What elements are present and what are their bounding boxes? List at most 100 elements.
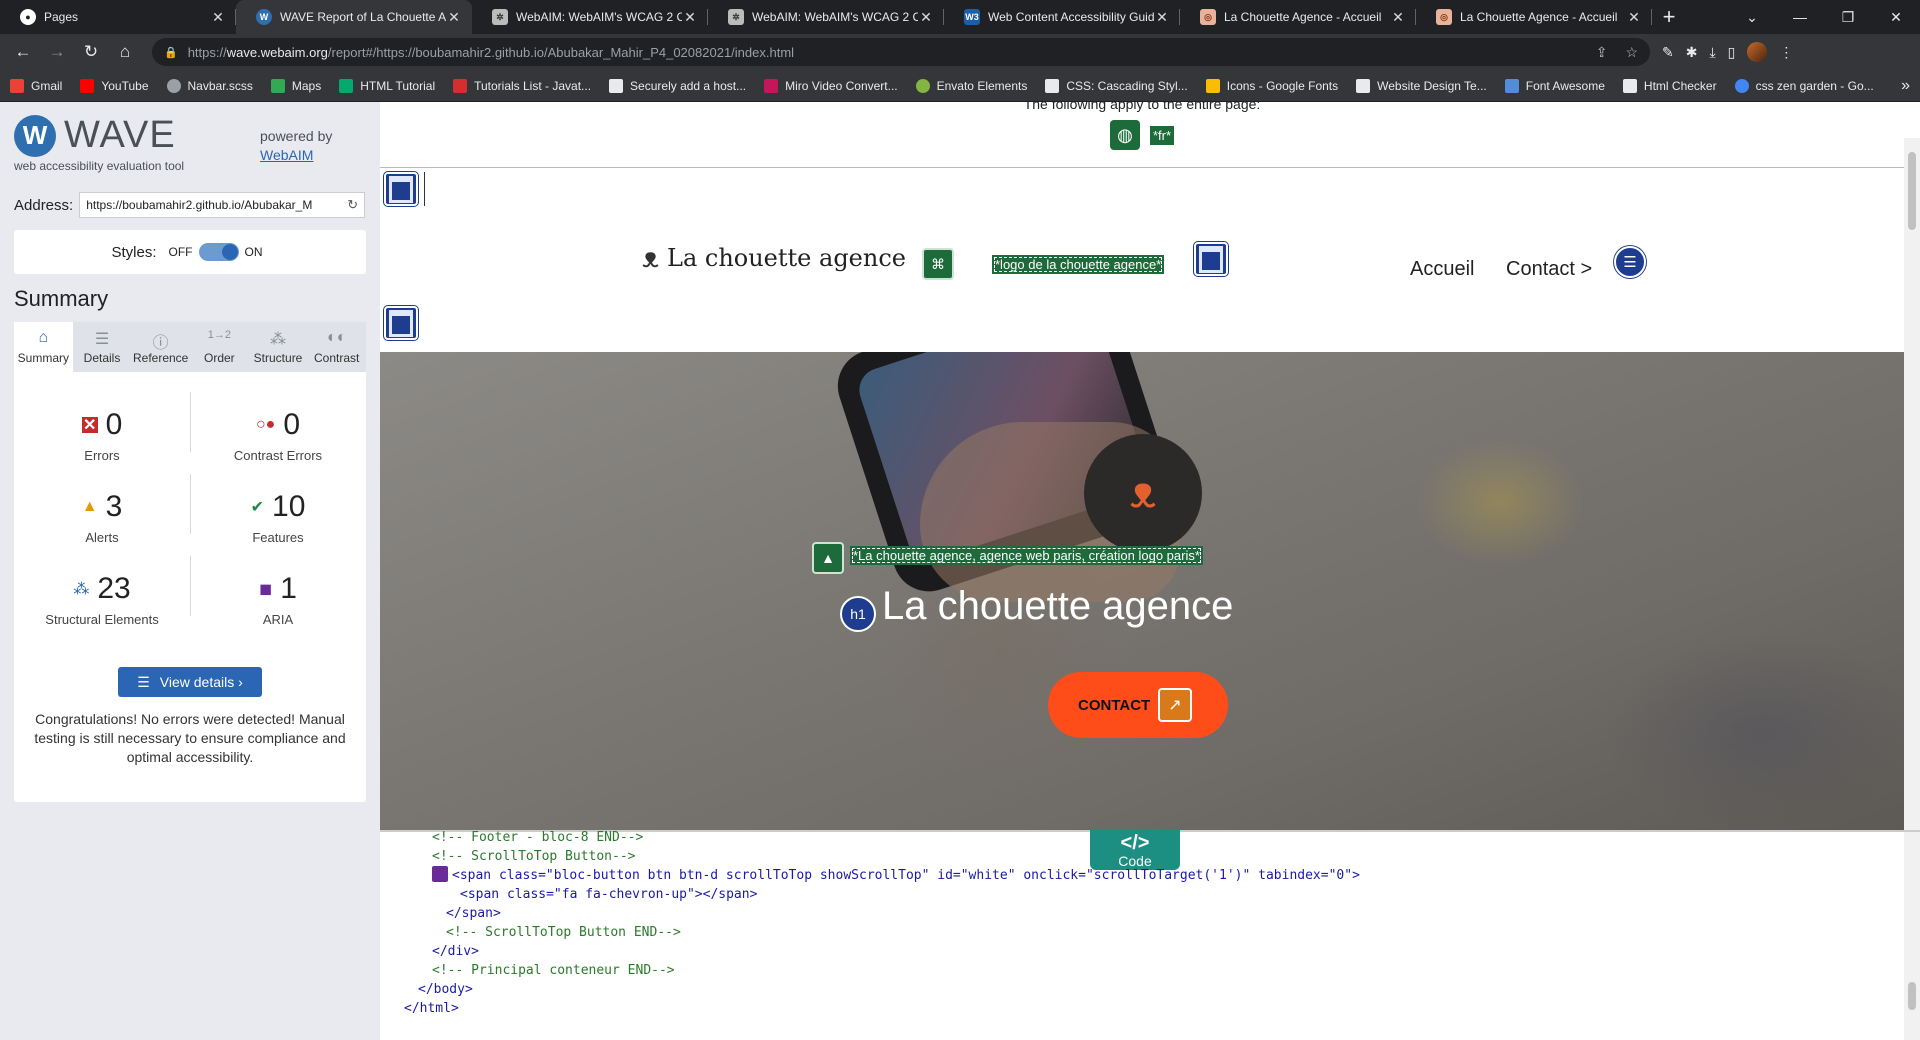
browser-tab[interactable]: ✲ WebAIM: WebAIM's WCAG 2 Ch ✕ [472, 0, 708, 34]
close-icon[interactable]: ✕ [1154, 9, 1170, 26]
close-icon[interactable]: ✕ [446, 9, 462, 26]
forward-button[interactable]: → [42, 37, 72, 67]
bookmark-label: Font Awesome [1525, 78, 1605, 93]
tab-search-icon[interactable]: ⌄ [1728, 0, 1776, 34]
refresh-icon[interactable]: ↻ [347, 197, 358, 213]
bookmark-star-icon[interactable]: ☆ [1625, 44, 1638, 61]
powered-by: powered by WebAIM [260, 127, 332, 165]
h1-badge[interactable]: h1 [840, 596, 876, 632]
profile-avatar[interactable] [1747, 42, 1768, 62]
bookmark-item[interactable]: Miro Video Convert... [764, 78, 898, 93]
linked-image-icon[interactable]: ⌘ [922, 248, 954, 280]
webaim-link[interactable]: WebAIM [260, 147, 313, 163]
page-scrollbar[interactable] [1904, 138, 1920, 830]
code-scrollbar[interactable] [1904, 832, 1920, 1040]
lock-icon[interactable]: 🔒 [164, 46, 178, 59]
menu-icon[interactable]: ⋮ [1779, 44, 1793, 61]
bookmark-item[interactable]: YouTube [80, 78, 149, 93]
nav-region-icon[interactable] [1194, 242, 1228, 276]
code-line: <!-- ScrollToTop Button--> [432, 849, 636, 864]
wave-logo-text: WAVE [64, 114, 176, 156]
main-region-icon[interactable] [384, 306, 418, 340]
summary-heading: Summary [14, 286, 109, 311]
more-bookmarks-icon[interactable]: » [1901, 77, 1910, 95]
minimize-button[interactable]: — [1776, 0, 1824, 34]
bookmark-item[interactable]: Securely add a host... [609, 78, 746, 93]
close-icon[interactable]: ✕ [1626, 9, 1642, 26]
bookmark-item[interactable]: Envato Elements [915, 78, 1027, 93]
code-toggle-button[interactable]: </> Code [1090, 830, 1180, 870]
google-fonts-icon [1205, 78, 1220, 93]
bookmark-item[interactable]: Tutorials List - Javat... [453, 78, 591, 93]
unordered-list-icon[interactable]: ☰ [1614, 246, 1646, 278]
bookmark-label: YouTube [101, 78, 149, 93]
tab-summary[interactable]: ⌂ Summary [14, 322, 73, 372]
bookmark-item[interactable]: Maps [270, 78, 322, 93]
browser-tab[interactable]: ◎ La Chouette Agence - Accueil ✕ [1180, 0, 1416, 34]
back-button[interactable]: ← [8, 37, 38, 67]
contact-button[interactable]: CONTACT [1048, 672, 1228, 738]
contrast-error-icon: ○● [255, 416, 276, 433]
address-label: Address: [14, 196, 74, 214]
styles-toggle-box: Styles: OFF ON [14, 230, 366, 274]
stat-contrast-errors[interactable]: ○● 0 Contrast Errors [190, 408, 366, 463]
close-icon[interactable]: ✕ [918, 9, 934, 26]
reload-button[interactable]: ↻ [76, 37, 106, 67]
tab-order[interactable]: 1→2 Order [190, 322, 249, 372]
tab-details[interactable]: ☰ Details [73, 322, 132, 372]
share-icon[interactable]: ⇪ [1596, 44, 1608, 61]
bookmark-item[interactable]: HTML Tutorial [339, 78, 435, 93]
language-globe-icon[interactable]: ◍ [1109, 120, 1140, 150]
puzzle-icon[interactable]: ✱ [1686, 44, 1698, 61]
stat-features[interactable]: ✔ 10 Features [190, 490, 366, 545]
site-logo[interactable]: ᴥ La chouette agence [642, 242, 906, 274]
browser-tab[interactable]: ◎ La Chouette Agence - Accueil ✕ [1416, 0, 1652, 34]
browser-tab[interactable]: W3 Web Content Accessibility Guid ✕ [944, 0, 1180, 34]
wave-logo[interactable]: W WAVE [14, 114, 176, 157]
extension-icon[interactable]: ✎ [1662, 44, 1674, 61]
tab-contrast[interactable]: ◐◐ Contrast [307, 322, 366, 372]
browser-tab[interactable]: ● Pages ✕ [0, 0, 236, 34]
bookmark-item[interactable]: Gmail [10, 78, 62, 93]
stat-alerts[interactable]: ▲ 3 Alerts [14, 490, 190, 545]
aria-icon[interactable] [432, 866, 448, 882]
browser-tab[interactable]: ✲ WebAIM: WebAIM's WCAG 2 Ch ✕ [708, 0, 944, 34]
download-icon[interactable]: ⤓ [1709, 44, 1715, 61]
bookmark-item[interactable]: Navbar.scss [166, 78, 253, 93]
bookmark-label: Maps [291, 78, 322, 93]
stat-structural[interactable]: ⁂ 23 Structural Elements [14, 572, 190, 627]
image-icon[interactable]: ▲ [812, 542, 844, 574]
redundant-link-alert-icon[interactable]: ↗ [1158, 688, 1192, 722]
home-button[interactable]: ⌂ [110, 37, 140, 67]
bookmark-item[interactable]: Icons - Google Fonts [1205, 78, 1338, 93]
language-tag: *fr* [1149, 125, 1175, 145]
bookmark-item[interactable]: CSS: Cascading Styl... [1045, 78, 1188, 93]
view-details-button[interactable]: ☰ View details › [118, 667, 262, 697]
envato-icon [915, 78, 930, 93]
header-region-icon[interactable] [384, 172, 418, 206]
nav-link-accueil[interactable]: Accueil [1410, 258, 1474, 281]
stat-errors[interactable]: ✕ 0 Errors [14, 408, 190, 463]
tab-reference[interactable]: ⓘ Reference [131, 322, 190, 372]
nav-link-contact[interactable]: Contact > [1506, 258, 1592, 281]
w3schools-icon [339, 78, 354, 93]
bookmark-item[interactable]: Font Awesome [1504, 78, 1605, 93]
bookmark-label: Miro Video Convert... [785, 78, 898, 93]
restore-button[interactable]: ❐ [1824, 0, 1872, 34]
close-icon[interactable]: ✕ [682, 9, 698, 26]
bookmark-label: Html Checker [1643, 78, 1717, 93]
bookmark-item[interactable]: css zen garden - Go... [1734, 78, 1874, 93]
bookmark-item[interactable]: Website Design Te... [1356, 78, 1487, 93]
tab-structure[interactable]: ⁂ Structure [249, 322, 308, 372]
close-window-button[interactable]: ✕ [1872, 0, 1920, 34]
address-input[interactable]: https://boubamahir2.github.io/Abubakar_M… [79, 192, 366, 218]
close-icon[interactable]: ✕ [1390, 9, 1406, 26]
side-panel-icon[interactable]: ▯ [1728, 44, 1736, 61]
bookmark-item[interactable]: Html Checker [1622, 78, 1717, 93]
browser-tab-active[interactable]: W WAVE Report of La Chouette Ag ✕ [236, 0, 472, 34]
new-tab-button[interactable]: + [1652, 0, 1686, 34]
address-bar[interactable]: 🔒 https:// wave.webaim.org /report#/http… [152, 38, 1650, 66]
close-icon[interactable]: ✕ [210, 9, 226, 26]
styles-toggle[interactable] [198, 243, 239, 261]
stat-aria[interactable]: ◼ 1 ARIA [190, 572, 366, 627]
